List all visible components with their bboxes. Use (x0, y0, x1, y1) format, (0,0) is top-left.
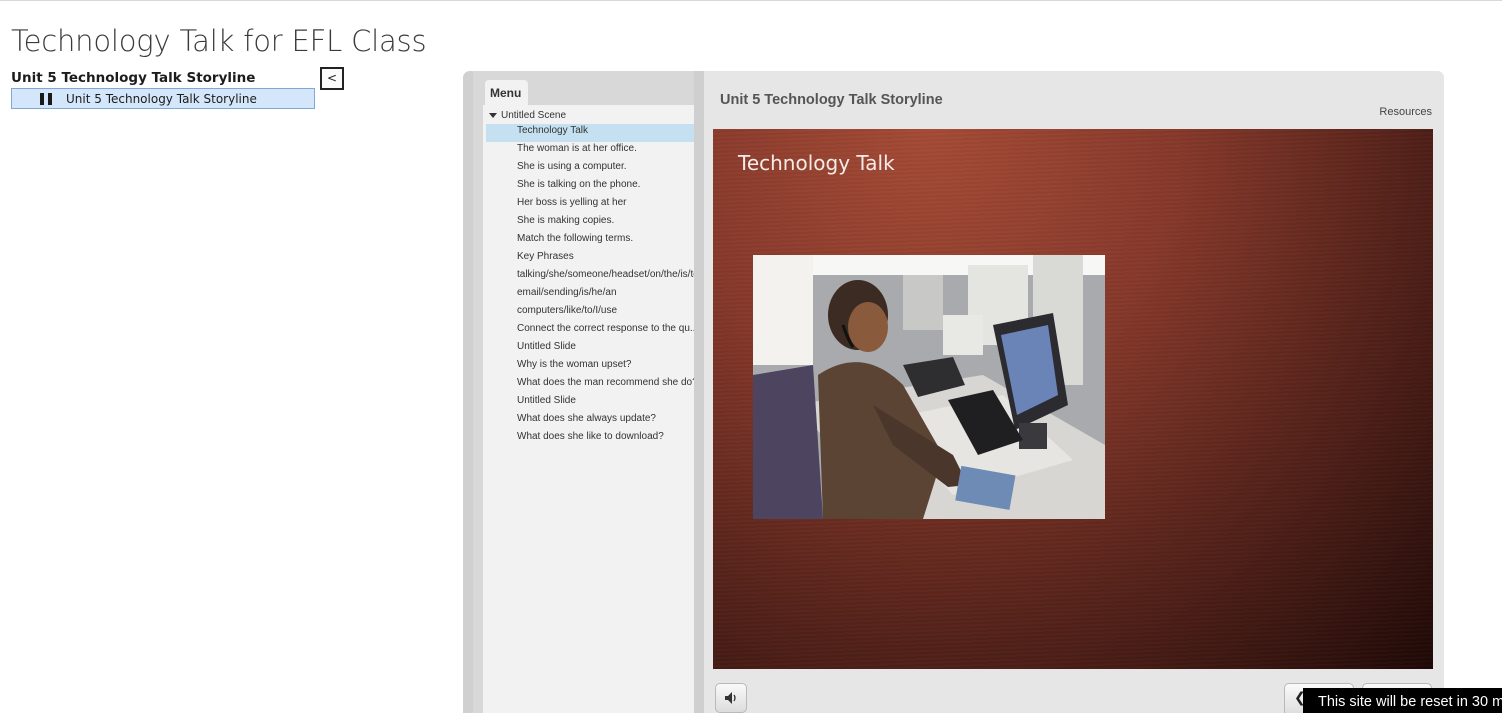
slide-stage: Technology Talk (713, 129, 1433, 669)
top-divider (0, 0, 1502, 2)
slide-heading: Technology Talk (738, 151, 895, 175)
course-heading: Unit 5 Technology Talk Storyline (11, 70, 256, 86)
menu-slide-item[interactable]: talking/she/someone/headset/on/the/is/to (486, 268, 700, 286)
menu-slide-item[interactable]: What does the man recommend she do? (486, 376, 700, 394)
menu-slide-item[interactable]: Technology Talk (486, 124, 700, 142)
menu-panel: Untitled Scene Technology Talk The woman … (483, 105, 701, 713)
office-photo (753, 255, 1105, 519)
collapse-panel-button[interactable]: < (320, 67, 344, 90)
menu-slide-item[interactable]: What does she always update? (486, 412, 700, 430)
menu-slide-item[interactable]: She is talking on the phone. (486, 178, 700, 196)
player-edge (463, 71, 473, 713)
page-title: Technology Talk for EFL Class (11, 24, 427, 58)
menu-slide-item[interactable]: She is making copies. (486, 214, 700, 232)
menu-slide-item[interactable]: Untitled Slide (486, 340, 700, 358)
menu-slide-item[interactable]: email/sending/is/he/an (486, 286, 700, 304)
menu-slide-item[interactable]: She is using a computer. (486, 160, 700, 178)
slide-list: Technology Talk The woman is at her offic… (486, 124, 700, 448)
menu-slide-item[interactable]: Untitled Slide (486, 394, 700, 412)
course-tree-item-label: Unit 5 Technology Talk Storyline (66, 91, 257, 106)
scene-label: Untitled Scene (501, 110, 567, 121)
menu-slide-item[interactable]: What does she like to download? (486, 430, 700, 448)
scene-row[interactable]: Untitled Scene (489, 110, 566, 121)
menu-tab[interactable]: Menu (485, 80, 528, 105)
pause-icon[interactable] (40, 92, 52, 105)
player-title: Unit 5 Technology Talk Storyline (720, 92, 943, 108)
volume-button[interactable] (715, 683, 747, 713)
menu-slide-item[interactable]: Her boss is yelling at her (486, 196, 700, 214)
menu-slide-item[interactable]: The woman is at her office. (486, 142, 700, 160)
menu-slide-item[interactable]: Key Phrases (486, 250, 700, 268)
menu-slide-item[interactable]: Why is the woman upset? (486, 358, 700, 376)
course-tree-item[interactable]: Unit 5 Technology Talk Storyline (11, 88, 315, 109)
caret-down-icon[interactable] (489, 113, 497, 118)
menu-slide-item[interactable]: Match the following terms. (486, 232, 700, 250)
content-area: Unit 5 Technology Talk Storyline Resourc… (704, 71, 1444, 713)
menu-slide-item[interactable]: Connect the correct response to the qu..… (486, 322, 700, 340)
player-sidebar: Menu Untitled Scene Technology Talk The w… (473, 71, 704, 713)
reset-notice: This site will be reset in 30 m (1303, 688, 1502, 713)
sidebar-gutter (694, 71, 704, 713)
speaker-icon (725, 692, 736, 704)
resources-link[interactable]: Resources (1379, 106, 1432, 118)
storyline-player: Menu Untitled Scene Technology Talk The w… (463, 71, 1444, 713)
menu-slide-item[interactable]: computers/like/to/I/use (486, 304, 700, 322)
